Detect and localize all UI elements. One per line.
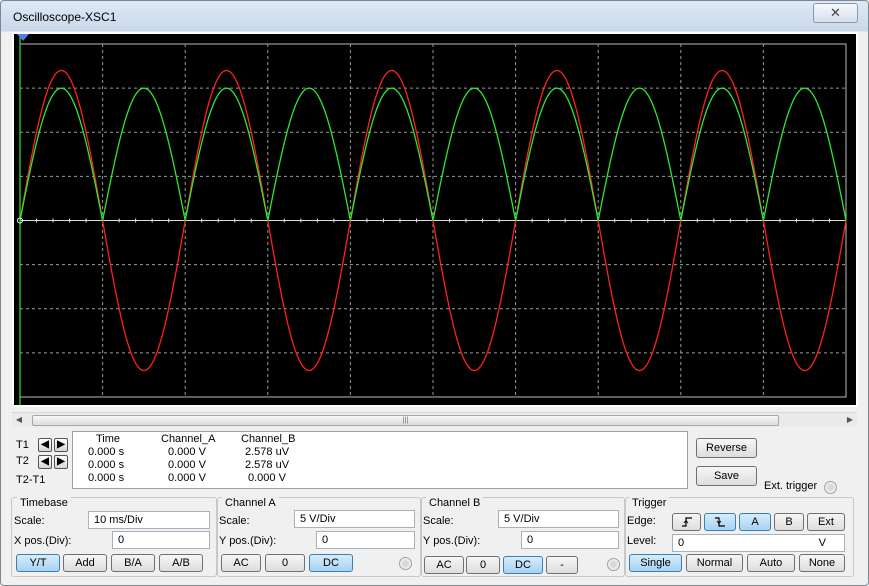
close-icon: ✕ [830, 5, 841, 20]
timebase-title: Timebase [17, 497, 71, 509]
trigger-level-field[interactable]: 0 V [672, 534, 845, 552]
readout-cell: 0.000 s [88, 446, 125, 458]
close-button[interactable]: ✕ [813, 3, 858, 23]
rising-edge-icon [681, 517, 692, 527]
t1-label: T1 [16, 439, 29, 451]
channel-a-ac-button[interactable]: AC [221, 554, 261, 572]
channel-b-scale-field[interactable]: 5 V/Div [498, 510, 619, 528]
readout-header-channel-b: Channel_B [241, 433, 296, 445]
t2-t1-label: T2-T1 [16, 474, 46, 486]
timebase-scale-label: Scale: [14, 515, 45, 527]
channel-b-ac-button[interactable]: AC [424, 556, 464, 574]
t2-right-arrow-icon[interactable]: ▶ [54, 455, 68, 469]
save-button[interactable]: Save [696, 466, 757, 486]
readout-cell: 0.000 V [168, 446, 206, 458]
readout-cell: 0.000 s [88, 459, 125, 471]
channel-a-title: Channel A [222, 497, 279, 509]
trigger-level-value: 0 [678, 537, 685, 549]
channel-a-dc-button[interactable]: DC [309, 554, 353, 572]
timebase-scale-field[interactable]: 10 ms/Div [88, 511, 210, 529]
trigger-source-a-button[interactable]: A [739, 513, 771, 531]
falling-edge-button[interactable] [704, 513, 736, 531]
channel-a-ypos-field[interactable]: 0 [316, 531, 415, 549]
readout-cell: 0.000 V [168, 472, 206, 484]
scope-screen-frame [12, 32, 858, 407]
channel-b-ypos-field[interactable]: 0 [521, 531, 619, 549]
horizontal-scrollbar[interactable]: ◀ ||| ▶ [12, 412, 857, 427]
mode-ab-button[interactable]: A/B [159, 554, 203, 572]
channel-b-invert-button[interactable]: - [546, 556, 578, 574]
trigger-edge-label: Edge: [627, 515, 656, 527]
channel-a-color-radio[interactable] [399, 557, 412, 570]
mode-yt-button[interactable]: Y/T [16, 554, 60, 572]
t1-right-arrow-icon[interactable]: ▶ [54, 438, 68, 452]
scope-plot [17, 34, 847, 405]
channel-b-title: Channel B [426, 497, 484, 509]
reverse-button[interactable]: Reverse [696, 438, 757, 458]
cursor-t1-marker-icon [17, 34, 29, 41]
timebase-xpos-label: X pos.(Div): [14, 535, 72, 547]
trigger-title: Trigger [629, 497, 670, 509]
readout-cell: 0.000 s [88, 472, 125, 484]
trigger-source-ext-button[interactable]: Ext [807, 513, 845, 531]
rising-edge-button[interactable] [672, 513, 701, 531]
t2-left-arrow-icon[interactable]: ◀ [38, 455, 52, 469]
channel-a-ypos-label: Y pos.(Div): [219, 535, 277, 547]
readout-cell: 0.000 V [248, 472, 286, 484]
readout-header-time: Time [96, 433, 121, 445]
readout-cell: 2.578 uV [245, 446, 290, 458]
mode-ba-button[interactable]: B/A [111, 554, 155, 572]
falling-edge-icon [715, 517, 725, 527]
channel-b-ypos-label: Y pos.(Div): [423, 535, 481, 547]
trigger-source-b-button[interactable]: B [774, 513, 804, 531]
scroll-left-icon[interactable]: ◀ [12, 413, 26, 427]
channel-a-zero-button[interactable]: 0 [265, 554, 305, 572]
mode-add-button[interactable]: Add [63, 554, 107, 572]
ext-trigger-label: Ext. trigger [764, 480, 818, 492]
trigger-level-unit: V [818, 537, 826, 549]
trigger-none-button[interactable]: None [799, 554, 845, 572]
trigger-auto-button[interactable]: Auto [747, 554, 795, 572]
trigger-level-label: Level: [627, 535, 657, 547]
scroll-right-icon[interactable]: ▶ [843, 413, 857, 427]
t1-left-arrow-icon[interactable]: ◀ [38, 438, 52, 452]
readout-header-channel-a: Channel_A [161, 433, 216, 445]
channel-a-scale-field[interactable]: 5 V/Div [294, 510, 415, 528]
window-title: Oscilloscope-XSC1 [13, 10, 117, 24]
channel-b-scale-label: Scale: [423, 515, 454, 527]
scrollbar-thumb[interactable]: ||| [32, 415, 779, 426]
channel-b-color-radio[interactable] [607, 558, 620, 571]
title-bar[interactable]: Oscilloscope-XSC1 ✕ [1, 1, 868, 31]
channel-a-scale-label: Scale: [219, 515, 250, 527]
scope-screen[interactable] [14, 34, 856, 405]
readout-cell: 0.000 V [168, 459, 206, 471]
trigger-single-button[interactable]: Single [629, 554, 682, 572]
trigger-normal-button[interactable]: Normal [686, 554, 743, 572]
channel-b-dc-button[interactable]: DC [503, 556, 543, 574]
timebase-xpos-field[interactable]: 0 [112, 531, 210, 549]
readout-cell: 2.578 uV [245, 459, 290, 471]
cursor-readout-table: Time Channel_A Channel_B 0.000 s 0.000 V… [72, 431, 688, 489]
ext-trigger-radio[interactable] [824, 481, 837, 494]
channel-b-zero-button[interactable]: 0 [466, 556, 500, 574]
t2-label: T2 [16, 455, 29, 467]
